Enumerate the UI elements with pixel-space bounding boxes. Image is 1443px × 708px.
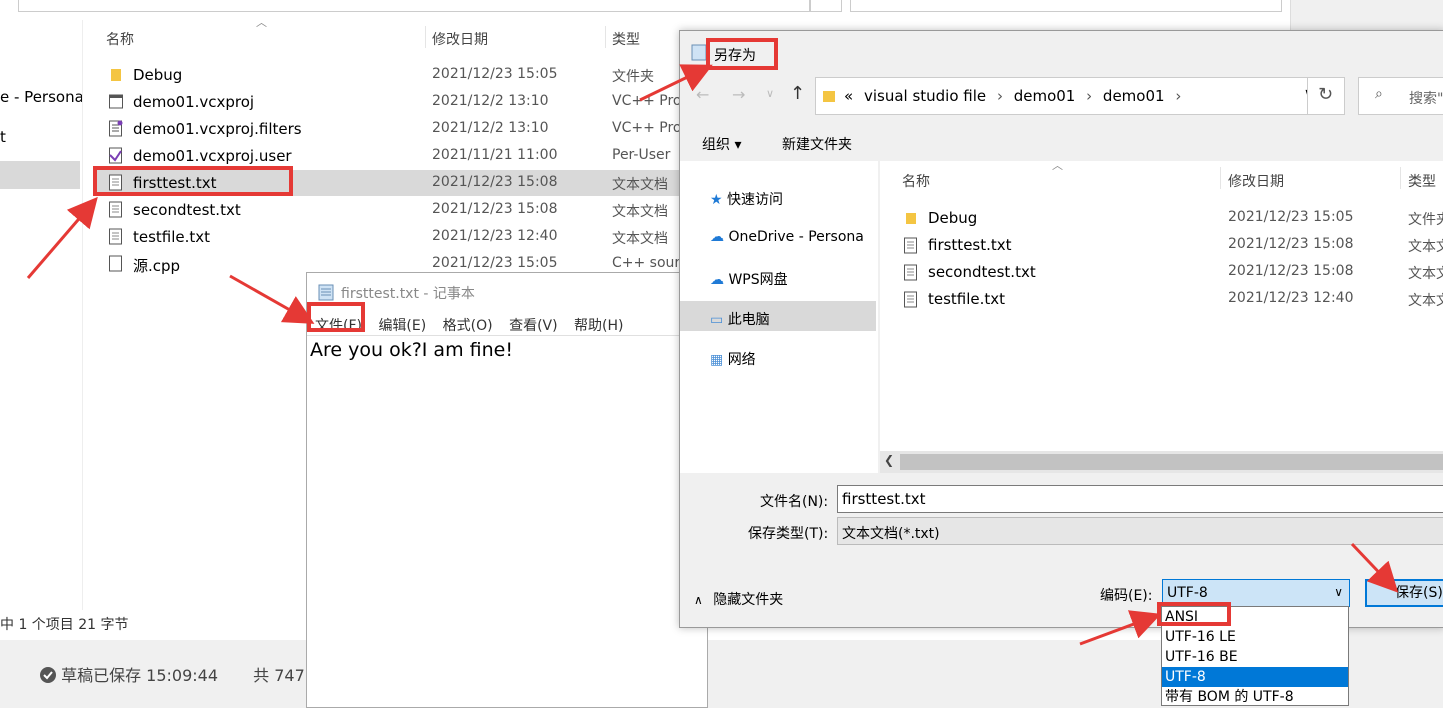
annotation-arrow bbox=[639, 64, 713, 102]
annotation-arrow bbox=[26, 196, 98, 279]
annotation-arrow bbox=[1079, 610, 1162, 646]
annotation-arrows bbox=[26, 64, 1399, 646]
annotation-arrow bbox=[229, 274, 315, 324]
annotation-arrow bbox=[1350, 542, 1399, 593]
